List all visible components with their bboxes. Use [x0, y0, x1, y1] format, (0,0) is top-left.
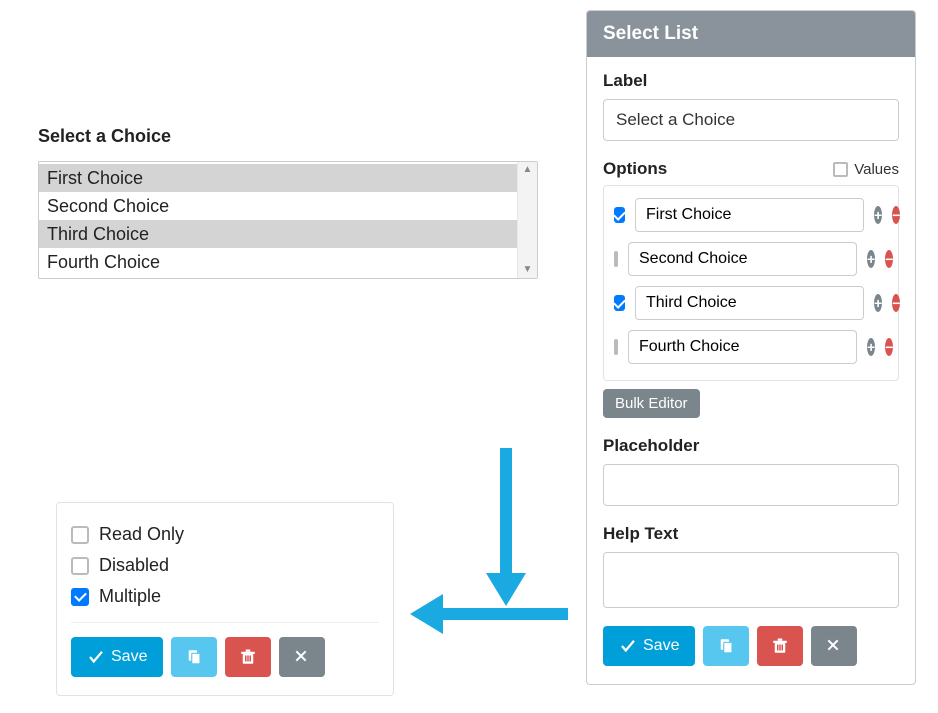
- delete-button[interactable]: [225, 637, 271, 677]
- trash-icon: [239, 648, 257, 666]
- close-icon: [293, 648, 311, 666]
- select-options: First Choice Second Choice Third Choice …: [39, 162, 517, 278]
- multiple-label: Multiple: [99, 586, 161, 607]
- placeholder-input[interactable]: [603, 464, 899, 506]
- option-default-checkbox[interactable]: [614, 339, 618, 355]
- option-add-button[interactable]: +: [867, 250, 875, 268]
- check-icon: [619, 637, 637, 655]
- copy-button[interactable]: [171, 637, 217, 677]
- options-list: + − + − + − +: [603, 185, 899, 381]
- card-button-row: Save: [71, 637, 379, 677]
- option-remove-button[interactable]: −: [892, 206, 900, 224]
- bulk-editor-button[interactable]: Bulk Editor: [603, 389, 700, 418]
- save-button[interactable]: Save: [603, 626, 695, 666]
- option-default-checkbox[interactable]: [614, 251, 618, 267]
- helptext-input[interactable]: [603, 552, 899, 608]
- attribute-row-readonly: Read Only: [71, 519, 379, 550]
- readonly-label: Read Only: [99, 524, 184, 545]
- save-button-label: Save: [643, 637, 679, 655]
- save-button-label: Save: [111, 648, 147, 666]
- divider: [71, 622, 379, 623]
- plus-icon: +: [867, 340, 875, 354]
- option-label-input[interactable]: [635, 198, 864, 232]
- options-section: Options Values + − + −: [603, 159, 899, 418]
- close-button[interactable]: [279, 637, 325, 677]
- select-listbox[interactable]: First Choice Second Choice Third Choice …: [38, 161, 538, 279]
- select-option[interactable]: Third Choice: [39, 220, 517, 248]
- panel-body: Label Options Values + −: [587, 57, 915, 684]
- multiple-checkbox[interactable]: [71, 588, 89, 606]
- values-toggle[interactable]: Values: [833, 161, 899, 178]
- annotation-arrow-down-icon: [486, 448, 526, 608]
- option-row: + −: [614, 242, 888, 276]
- select-scrollbar[interactable]: ▲ ▼: [517, 162, 537, 278]
- option-row: + −: [614, 286, 888, 320]
- label-section: Label: [603, 71, 899, 141]
- placeholder-section: Placeholder: [603, 436, 899, 506]
- attribute-row-multiple: Multiple: [71, 581, 379, 612]
- plus-icon: +: [874, 296, 882, 310]
- select-option[interactable]: Second Choice: [39, 192, 517, 220]
- option-default-checkbox[interactable]: [614, 295, 625, 311]
- config-panel: Select List Label Options Values + −: [586, 10, 916, 685]
- delete-button[interactable]: [757, 626, 803, 666]
- minus-icon: −: [885, 252, 893, 266]
- select-option[interactable]: First Choice: [39, 164, 517, 192]
- close-button[interactable]: [811, 626, 857, 666]
- attribute-row-disabled: Disabled: [71, 550, 379, 581]
- copy-button[interactable]: [703, 626, 749, 666]
- scroll-up-icon[interactable]: ▲: [523, 165, 533, 175]
- save-button[interactable]: Save: [71, 637, 163, 677]
- values-checkbox[interactable]: [833, 162, 848, 177]
- option-remove-button[interactable]: −: [885, 338, 893, 356]
- minus-icon: −: [885, 340, 893, 354]
- options-heading: Options: [603, 159, 667, 179]
- option-remove-button[interactable]: −: [892, 294, 900, 312]
- close-icon: [825, 637, 843, 655]
- plus-icon: +: [867, 252, 875, 266]
- disabled-checkbox[interactable]: [71, 557, 89, 575]
- option-remove-button[interactable]: −: [885, 250, 893, 268]
- option-default-checkbox[interactable]: [614, 207, 625, 223]
- disabled-label: Disabled: [99, 555, 169, 576]
- label-input[interactable]: [603, 99, 899, 141]
- label-heading: Label: [603, 71, 899, 91]
- values-label: Values: [854, 161, 899, 178]
- helptext-heading: Help Text: [603, 524, 899, 544]
- plus-icon: +: [874, 208, 882, 222]
- panel-title: Select List: [587, 11, 915, 57]
- option-label-input[interactable]: [628, 330, 857, 364]
- copy-icon: [717, 637, 735, 655]
- panel-pointer-icon: [586, 221, 587, 245]
- annotation-arrow-left-icon: [408, 594, 568, 634]
- scroll-down-icon[interactable]: ▼: [523, 265, 533, 275]
- preview-field-label: Select a Choice: [38, 126, 538, 147]
- select-option[interactable]: Fourth Choice: [39, 248, 517, 276]
- option-add-button[interactable]: +: [867, 338, 875, 356]
- option-label-input[interactable]: [635, 286, 864, 320]
- readonly-checkbox[interactable]: [71, 526, 89, 544]
- attributes-card: Read Only Disabled Multiple Save: [56, 502, 394, 696]
- panel-button-row: Save: [603, 626, 899, 666]
- minus-icon: −: [892, 296, 900, 310]
- helptext-section: Help Text: [603, 524, 899, 608]
- option-row: + −: [614, 330, 888, 364]
- option-row: + −: [614, 198, 888, 232]
- placeholder-heading: Placeholder: [603, 436, 899, 456]
- option-add-button[interactable]: +: [874, 294, 882, 312]
- copy-icon: [185, 648, 203, 666]
- minus-icon: −: [892, 208, 900, 222]
- check-icon: [87, 648, 105, 666]
- trash-icon: [771, 637, 789, 655]
- option-label-input[interactable]: [628, 242, 857, 276]
- preview-area: Select a Choice First Choice Second Choi…: [38, 126, 538, 279]
- option-add-button[interactable]: +: [874, 206, 882, 224]
